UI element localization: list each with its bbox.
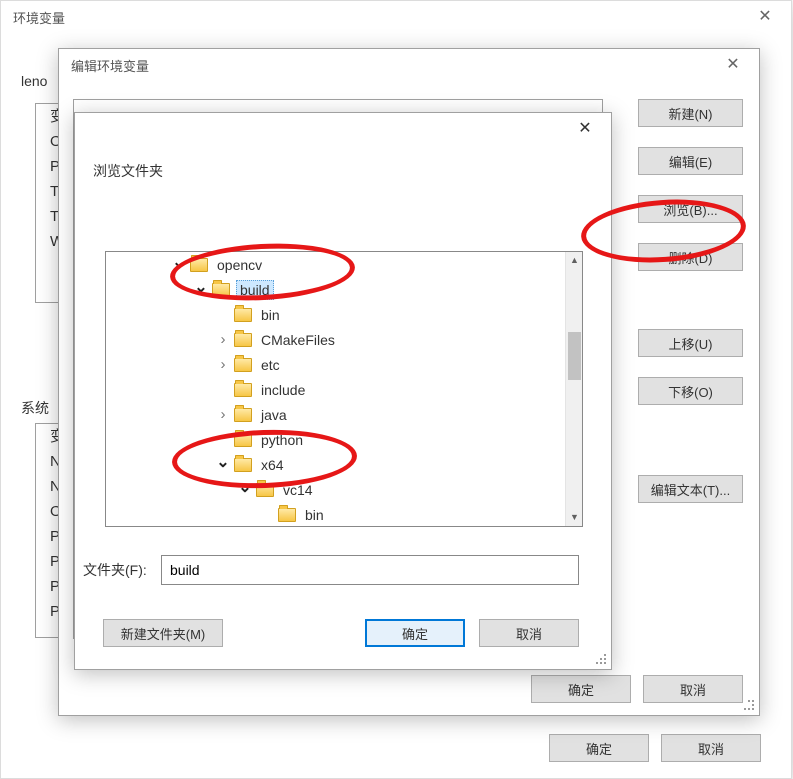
tree-item[interactable]: · bin [106,302,582,327]
chevron-down-icon[interactable]: ⌄ [216,452,230,472]
browse-footer: 新建文件夹(M) 确定 取消 [103,619,579,647]
chevron-right-icon[interactable]: › [216,356,230,373]
env-vars-titlebar: 环境变量 ✕ [1,1,791,33]
tree-item-label[interactable]: java [258,406,290,424]
tree-item[interactable]: › etc [106,352,582,377]
resize-grip[interactable] [596,654,608,666]
chevron-right-icon[interactable]: › [216,406,230,423]
close-icon[interactable]: ✕ [565,115,605,143]
env-vars-footer: 确定 取消 [549,734,761,762]
ok-button[interactable]: 确定 [365,619,465,647]
tree-item[interactable]: · include [106,377,582,402]
chevron-blank: · [216,384,230,396]
folder-label: 文件夹(F): [83,560,161,580]
ok-button[interactable]: 确定 [531,675,631,703]
folder-icon [234,458,252,472]
edit-env-titlebar: 编辑环境变量 ✕ [59,49,759,81]
edit-text-button[interactable]: 编辑文本(T)... [638,475,743,503]
chevron-right-icon[interactable]: › [216,331,230,348]
chevron-blank: · [216,309,230,321]
browse-folder-dialog: ✕ 浏览文件夹 ⌄ opencv ⌄ build · bin › CMakeFiles › etc… [74,112,612,670]
user-vars-label: leno [21,73,47,89]
tree-item-label[interactable]: build [236,280,274,300]
move-down-button[interactable]: 下移(O) [638,377,743,405]
folder-input[interactable] [161,555,579,585]
env-vars-title: 环境变量 [13,8,65,27]
tree-item[interactable]: · bin [106,502,582,527]
folder-icon [234,383,252,397]
tree-item-label[interactable]: CMakeFiles [258,331,338,349]
tree-item-label[interactable]: vc14 [280,481,316,499]
close-icon[interactable]: ✕ [713,51,753,79]
folder-path-row: 文件夹(F): [83,555,607,585]
tree-item[interactable]: ⌄ build [106,277,582,302]
edit-env-footer: 确定 取消 [531,675,743,703]
chevron-down-icon[interactable]: ⌄ [172,252,186,272]
chevron-blank: · [260,509,274,521]
browse-folder-title: 浏览文件夹 [75,145,611,185]
sys-vars-label: 系统 [21,398,49,418]
cancel-button[interactable]: 取消 [661,734,761,762]
folder-icon [212,283,230,297]
delete-button[interactable]: 删除(D) [638,243,743,271]
chevron-down-icon[interactable]: ⌄ [194,277,208,297]
resize-grip[interactable] [744,700,756,712]
folder-icon [278,508,296,522]
tree-item-label[interactable]: opencv [214,256,265,274]
tree-item[interactable]: ⌄ opencv [106,252,582,277]
cancel-button[interactable]: 取消 [479,619,579,647]
edit-button[interactable]: 编辑(E) [638,147,743,175]
chevron-down-icon[interactable]: ⌄ [238,477,252,497]
folder-icon [234,408,252,422]
tree-item[interactable]: ⌄ vc14 [106,477,582,502]
folder-tree[interactable]: ⌄ opencv ⌄ build · bin › CMakeFiles › etc · include… [105,251,583,527]
folder-icon [234,308,252,322]
new-button[interactable]: 新建(N) [638,99,743,127]
tree-item[interactable]: › CMakeFiles [106,327,582,352]
folder-icon [190,258,208,272]
scroll-up-icon[interactable]: ▲ [566,252,583,269]
tree-item-label[interactable]: etc [258,356,283,374]
browse-button[interactable]: 浏览(B)... [638,195,743,223]
tree-item[interactable]: ⌄ x64 [106,452,582,477]
edit-env-title: 编辑环境变量 [71,56,149,75]
tree-item-label[interactable]: bin [258,306,283,324]
folder-icon [234,358,252,372]
tree-item-label[interactable]: python [258,431,306,449]
browse-titlebar: ✕ [75,113,611,145]
close-icon[interactable]: ✕ [745,3,785,31]
folder-icon [256,483,274,497]
scroll-down-icon[interactable]: ▼ [566,509,583,526]
scrollbar[interactable]: ▲ ▼ [565,252,582,526]
ok-button[interactable]: 确定 [549,734,649,762]
cancel-button[interactable]: 取消 [643,675,743,703]
tree-item-label[interactable]: bin [302,506,327,524]
chevron-blank: · [216,434,230,446]
tree-item-label[interactable]: x64 [258,456,287,474]
tree-item-label[interactable]: include [258,381,308,399]
tree-item[interactable]: · python [106,427,582,452]
folder-icon [234,333,252,347]
folder-icon [234,433,252,447]
tree-item[interactable]: › java [106,402,582,427]
move-up-button[interactable]: 上移(U) [638,329,743,357]
scroll-thumb[interactable] [568,332,581,380]
edit-env-side-buttons: 新建(N) 编辑(E) 浏览(B)... 删除(D) 上移(U) 下移(O) 编… [638,99,743,503]
new-folder-button[interactable]: 新建文件夹(M) [103,619,223,647]
